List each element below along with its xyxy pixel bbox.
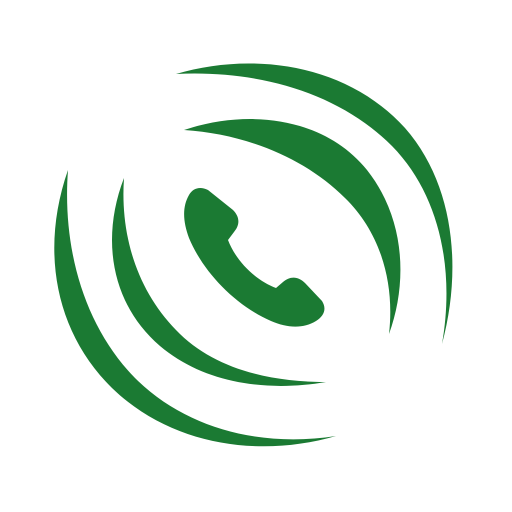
phone-handset-icon: [184, 187, 325, 327]
app-icon-canvas: [0, 0, 512, 512]
phone-call-icon: [54, 63, 453, 447]
